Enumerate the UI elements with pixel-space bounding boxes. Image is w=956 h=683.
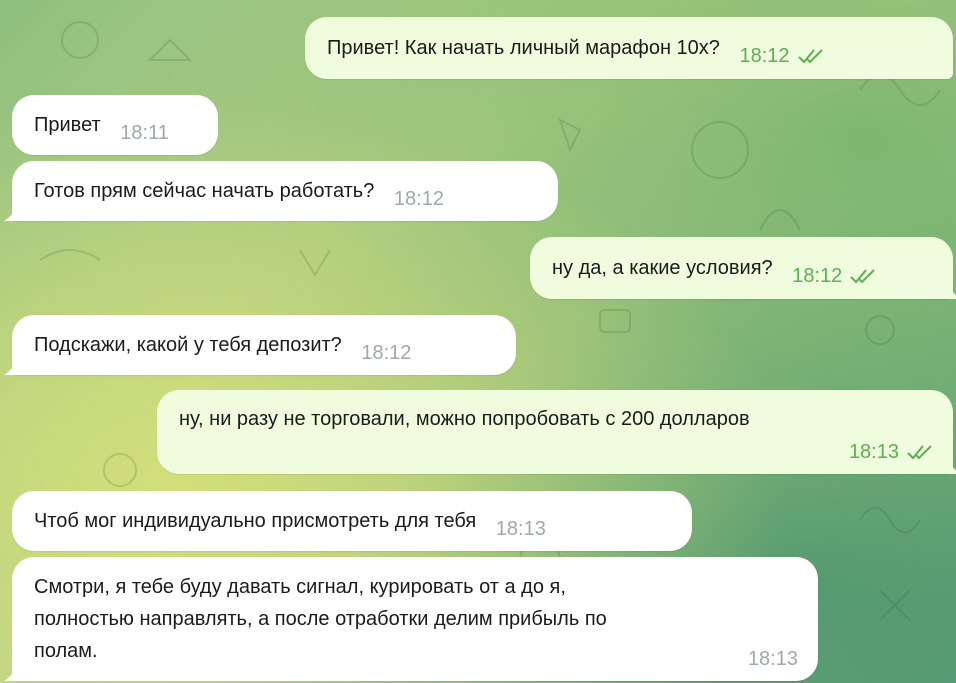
message-time: 18:13 bbox=[495, 518, 546, 540]
message-text: Привет bbox=[34, 114, 101, 136]
message-text-line: полностью направлять, а после отработки … bbox=[34, 608, 607, 630]
message-meta: 18:11 bbox=[120, 117, 169, 149]
message-text-line: полам. bbox=[34, 640, 98, 662]
message-meta: 18:13 bbox=[496, 513, 546, 545]
message-text: ну, ни разу не торговали, можно попробов… bbox=[179, 408, 750, 430]
message-bubble-incoming[interactable]: Привет 18:11 bbox=[12, 95, 218, 155]
message-bubble-outgoing[interactable]: Привет! Как начать личный марафон 10х? 1… bbox=[305, 17, 953, 79]
double-check-icon bbox=[907, 445, 932, 460]
message-text: Подскажи, какой у тебя депозит? bbox=[34, 334, 342, 356]
message-text: Чтоб мог индивидуально присмотреть для т… bbox=[34, 510, 477, 532]
message-text-line: Смотри, я тебе буду давать сигнал, курир… bbox=[34, 576, 566, 598]
message-bubble-incoming[interactable]: Чтоб мог индивидуально присмотреть для т… bbox=[12, 491, 692, 551]
double-check-icon bbox=[797, 49, 823, 64]
message-meta: 18:12 bbox=[792, 260, 876, 292]
message-time: 18:13 bbox=[848, 441, 899, 463]
message-time: 18:13 bbox=[747, 648, 798, 670]
message-meta: 18:13 bbox=[849, 436, 933, 468]
message-text: Готов прям сейчас начать работать? bbox=[34, 180, 375, 202]
bubble-tail bbox=[947, 456, 956, 474]
message-text: Привет! Как начать личный марафон 10х? bbox=[327, 37, 720, 59]
bubble-tail bbox=[4, 203, 18, 221]
message-time: 18:12 bbox=[361, 342, 412, 364]
bubble-tail bbox=[4, 357, 18, 375]
message-bubble-incoming[interactable]: Смотри, я тебе буду давать сигнал, курир… bbox=[4, 557, 818, 681]
message-bubble-outgoing[interactable]: ну, ни разу не торговали, можно попробов… bbox=[157, 390, 956, 474]
message-time: 18:12 bbox=[739, 45, 790, 67]
message-time: 18:11 bbox=[120, 122, 169, 144]
bubble-tail bbox=[947, 281, 956, 299]
message-meta: 18:13 bbox=[748, 643, 798, 675]
bubble-tail bbox=[4, 663, 18, 681]
message-meta: 18:12 bbox=[394, 183, 444, 215]
message-text: ну да, а какие условия? bbox=[552, 257, 773, 279]
message-bubble-incoming[interactable]: Подскажи, какой у тебя депозит? 18:12 bbox=[4, 315, 516, 375]
message-time: 18:12 bbox=[792, 265, 843, 287]
double-check-icon bbox=[850, 269, 875, 284]
message-meta: 18:12 bbox=[361, 337, 411, 369]
chat-message-area[interactable]: Привет! Как начать личный марафон 10х? 1… bbox=[0, 0, 956, 683]
message-bubble-incoming[interactable]: Готов прям сейчас начать работать? 18:12 bbox=[4, 161, 558, 221]
message-time: 18:12 bbox=[393, 188, 444, 210]
message-bubble-outgoing[interactable]: ну да, а какие условия? 18:12 bbox=[530, 237, 956, 299]
message-meta: 18:12 bbox=[740, 40, 824, 72]
